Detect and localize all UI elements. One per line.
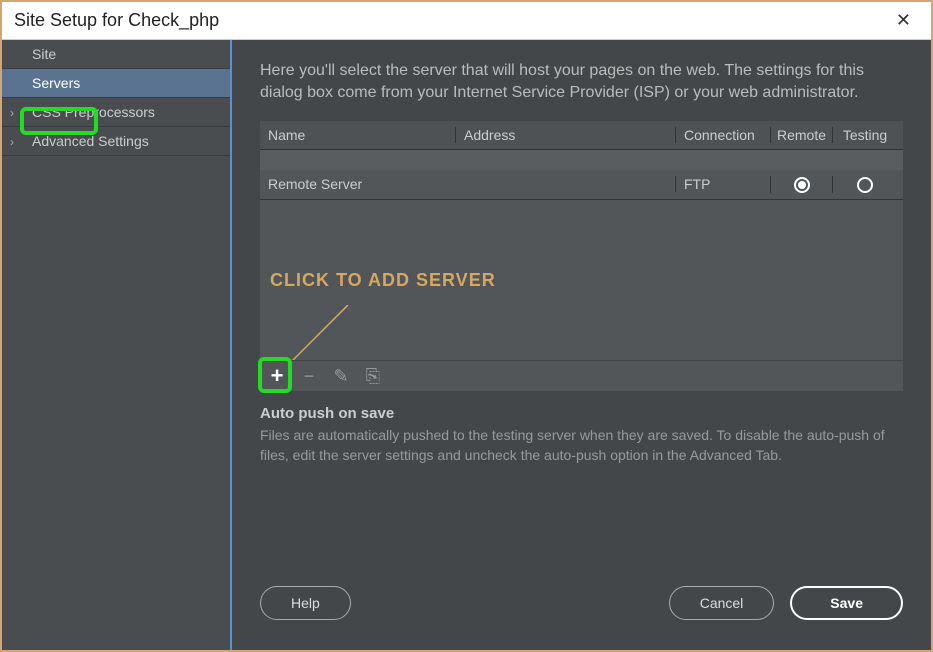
duplicate-icon: ⎘ — [366, 366, 380, 387]
sidebar-item-label: Advanced Settings — [32, 133, 149, 149]
sidebar-item-servers[interactable]: Servers — [2, 69, 230, 98]
content-panel: Here you'll select the server that will … — [232, 40, 931, 650]
intro-text: Here you'll select the server that will … — [260, 60, 903, 105]
col-header-testing: Testing — [832, 127, 897, 143]
table-empty-area: CLICK TO ADD SERVER — [260, 200, 903, 360]
server-table: Name Address Connection Remote Testing R… — [260, 121, 903, 391]
table-spacer — [260, 150, 903, 170]
table-body: Remote Server FTP CLICK TO ADD SERVER — [260, 150, 903, 360]
table-toolbar: + − ✎ ⎘ — [260, 360, 903, 391]
sidebar-item-advanced-settings[interactable]: › Advanced Settings — [2, 127, 230, 156]
titlebar: Site Setup for Check_php ✕ — [2, 2, 931, 40]
annotation-arrow — [288, 305, 368, 365]
chevron-right-icon: › — [10, 106, 14, 120]
dialog-body: Site Servers › CSS Preprocessors › Advan… — [2, 40, 931, 650]
col-header-remote: Remote — [770, 127, 832, 143]
plus-icon: + — [271, 363, 284, 389]
add-server-button[interactable]: + — [266, 365, 288, 387]
save-button[interactable]: Save — [790, 586, 903, 620]
autopush-desc: Files are automatically pushed to the te… — [260, 426, 903, 465]
table-row[interactable]: Remote Server FTP — [260, 170, 903, 200]
remove-server-button[interactable]: − — [298, 365, 320, 387]
radio-testing[interactable] — [857, 177, 873, 193]
sidebar-item-label: CSS Preprocessors — [32, 104, 155, 120]
cell-testing — [832, 176, 897, 193]
sidebar-item-label: Servers — [32, 75, 80, 91]
annotation-text: CLICK TO ADD SERVER — [270, 270, 496, 291]
sidebar-item-css-preprocessors[interactable]: › CSS Preprocessors — [2, 98, 230, 127]
cell-remote — [770, 176, 832, 193]
cancel-button[interactable]: Cancel — [669, 586, 775, 620]
duplicate-server-button[interactable]: ⎘ — [362, 365, 384, 387]
edit-server-button[interactable]: ✎ — [330, 365, 352, 387]
cell-name: Remote Server — [260, 176, 455, 192]
autopush-heading: Auto push on save — [260, 405, 903, 422]
radio-remote[interactable] — [794, 177, 810, 193]
table-header: Name Address Connection Remote Testing — [260, 121, 903, 150]
sidebar-item-site[interactable]: Site — [2, 40, 230, 69]
chevron-right-icon: › — [10, 135, 14, 149]
close-icon[interactable]: ✕ — [888, 6, 919, 35]
sidebar: Site Servers › CSS Preprocessors › Advan… — [2, 40, 232, 650]
col-header-address: Address — [455, 127, 675, 143]
minus-icon: − — [304, 366, 315, 387]
cell-connection: FTP — [675, 176, 770, 192]
help-button[interactable]: Help — [260, 586, 351, 620]
window-title: Site Setup for Check_php — [14, 10, 219, 31]
button-group-right: Cancel Save — [669, 586, 903, 620]
sidebar-item-label: Site — [32, 46, 56, 62]
pencil-icon: ✎ — [333, 366, 348, 387]
button-row: Help Cancel Save — [260, 586, 903, 630]
col-header-name: Name — [260, 127, 455, 143]
col-header-connection: Connection — [675, 127, 770, 143]
dialog-window: Site Setup for Check_php ✕ Site Servers … — [0, 0, 933, 652]
